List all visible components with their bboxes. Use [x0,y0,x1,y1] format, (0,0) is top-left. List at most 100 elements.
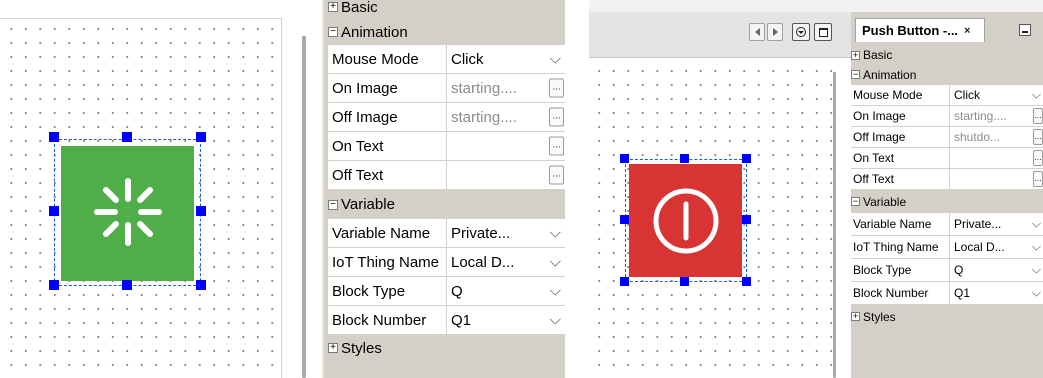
property-row-block-type[interactable]: Block Type Q ⌵ [328,277,565,306]
category-basic[interactable]: + Basic [851,46,1043,64]
expand-icon[interactable]: + [328,2,338,12]
expand-icon[interactable]: + [851,312,860,321]
collapse-icon[interactable]: − [851,197,860,206]
close-icon[interactable]: × [964,25,970,37]
property-value-select[interactable]: Private... ⌵ [447,219,565,247]
property-value-select[interactable]: Q ⌵ [950,259,1043,281]
expand-icon[interactable]: + [328,343,338,353]
category-animation[interactable]: − Animation [328,19,565,45]
property-row-off-image[interactable]: Off Image shutdo... ... [851,127,1043,148]
browse-button[interactable]: ... [549,107,564,127]
property-value-field[interactable]: ... [447,132,565,160]
property-value-field[interactable]: ... [447,161,565,189]
property-value-field[interactable]: starting.... ... [950,106,1043,126]
category-variable[interactable]: − Variable [851,190,1043,213]
property-row-iot-thing-name[interactable]: IoT Thing Name Local D... ⌵ [851,236,1043,259]
resize-handle-top-right[interactable] [742,154,751,163]
chevron-down-icon[interactable]: ⌵ [550,51,561,68]
browse-button[interactable]: ... [1033,129,1043,145]
property-row-block-type[interactable]: Block Type Q ⌵ [851,259,1043,282]
property-value-select[interactable]: Q1 ⌵ [950,282,1043,304]
chevron-down-icon[interactable]: ⌵ [1032,240,1041,255]
resize-handle-top-left[interactable] [49,132,59,142]
property-value-field[interactable]: starting.... ... [447,74,565,102]
resize-handle-middle-right[interactable] [196,206,206,216]
category-label: Styles [341,339,382,357]
scroll-right-button[interactable] [767,23,783,41]
category-basic[interactable]: + Basic [328,0,565,19]
property-row-block-number[interactable]: Block Number Q1 ⌵ [851,282,1043,305]
tab-push-button[interactable]: Push Button -... × [855,18,985,42]
maximize-button[interactable] [814,23,832,41]
resize-handle-bottom-center[interactable] [680,277,689,286]
resize-handle-bottom-center[interactable] [122,280,132,290]
category-styles[interactable]: + Styles [851,305,1043,328]
property-row-mouse-mode[interactable]: Mouse Mode Click ⌵ [851,85,1043,106]
property-row-off-text[interactable]: Off Text ... [851,169,1043,190]
browse-button[interactable]: ... [1033,171,1043,187]
resize-handle-top-left[interactable] [620,154,629,163]
property-value-select[interactable]: Click ⌵ [447,45,565,73]
resize-handle-bottom-right[interactable] [196,280,206,290]
property-row-off-image[interactable]: Off Image starting.... ... [328,103,565,132]
expand-icon[interactable]: + [851,50,860,60]
resize-handle-bottom-left[interactable] [49,280,59,290]
category-styles[interactable]: + Styles [328,335,565,361]
resize-handle-bottom-left[interactable] [620,277,629,286]
window-list-button[interactable] [792,23,810,41]
property-row-on-text[interactable]: On Text ... [851,148,1043,169]
push-button-widget-red[interactable] [625,159,747,282]
scrollbar[interactable] [302,36,306,378]
property-row-off-text[interactable]: Off Text ... [328,161,565,190]
minimize-icon[interactable] [1019,24,1031,36]
resize-handle-top-center[interactable] [122,132,132,142]
property-value-select[interactable]: Click ⌵ [950,85,1043,105]
browse-button[interactable]: ... [549,78,564,98]
category-animation[interactable]: − Animation [851,64,1043,85]
property-row-variable-name[interactable]: Variable Name Private... ⌵ [851,213,1043,236]
property-row-mouse-mode[interactable]: Mouse Mode Click ⌵ [328,45,565,74]
chevron-down-icon[interactable]: ⌵ [1032,217,1041,232]
property-row-variable-name[interactable]: Variable Name Private... ⌵ [328,219,565,248]
property-row-on-text[interactable]: On Text ... [328,132,565,161]
property-row-on-image[interactable]: On Image starting.... ... [851,106,1043,127]
property-name: Off Image [328,103,447,131]
chevron-down-icon[interactable]: ⌵ [550,225,561,242]
property-row-on-image[interactable]: On Image starting.... ... [328,74,565,103]
chevron-down-icon[interactable]: ⌵ [1032,88,1041,103]
chevron-down-icon[interactable]: ⌵ [550,254,561,271]
property-name: Mouse Mode [328,45,447,73]
resize-handle-middle-right[interactable] [742,215,751,224]
chevron-down-icon[interactable]: ⌵ [550,283,561,300]
resize-handle-middle-left[interactable] [620,215,629,224]
property-value-select[interactable]: Q1 ⌵ [447,306,565,334]
chevron-down-icon[interactable]: ⌵ [1032,286,1041,301]
scroll-left-button[interactable] [749,23,765,41]
resize-handle-top-right[interactable] [196,132,206,142]
browse-button[interactable]: ... [549,136,564,156]
chevron-down-icon[interactable]: ⌵ [550,312,561,329]
property-row-block-number[interactable]: Block Number Q1 ⌵ [328,306,565,335]
property-value-field[interactable]: ... [950,148,1043,168]
resize-handle-bottom-right[interactable] [742,277,751,286]
property-value-field[interactable]: starting.... ... [447,103,565,131]
chevron-down-icon[interactable]: ⌵ [1032,263,1041,278]
property-value-select[interactable]: Private... ⌵ [950,213,1043,235]
collapse-icon[interactable]: − [328,27,338,37]
category-variable[interactable]: − Variable [328,190,565,219]
property-value-field[interactable]: ... [950,169,1043,189]
push-button-widget-green[interactable] [54,139,201,286]
property-value-select[interactable]: Q ⌵ [447,277,565,305]
property-row-iot-thing-name[interactable]: IoT Thing Name Local D... ⌵ [328,248,565,277]
property-value-field[interactable]: shutdo... ... [950,127,1043,147]
browse-button[interactable]: ... [1033,150,1043,166]
scrollbar[interactable] [833,72,836,378]
browse-button[interactable]: ... [549,165,564,185]
collapse-icon[interactable]: − [328,199,338,210]
property-value-select[interactable]: Local D... ⌵ [950,236,1043,258]
property-value-select[interactable]: Local D... ⌵ [447,248,565,276]
resize-handle-middle-left[interactable] [49,206,59,216]
resize-handle-top-center[interactable] [680,154,689,163]
browse-button[interactable]: ... [1033,108,1043,124]
collapse-icon[interactable]: − [851,70,860,79]
